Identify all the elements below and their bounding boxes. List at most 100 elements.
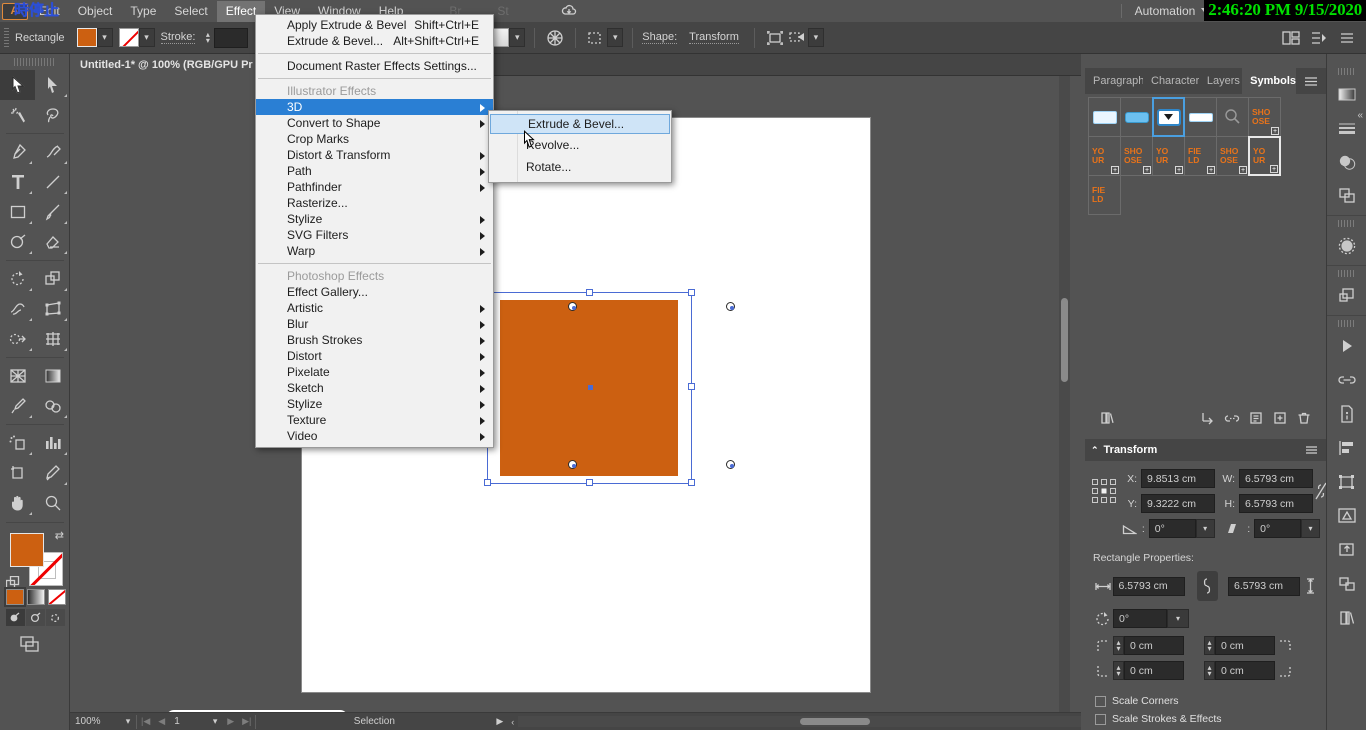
transform-link[interactable]: Transform (689, 31, 739, 44)
bbox-handle-bl[interactable] (484, 479, 491, 486)
symbol-options-icon[interactable] (1244, 408, 1268, 428)
align-icon[interactable] (764, 27, 786, 49)
workspace-switcher-icon[interactable] (1308, 27, 1330, 49)
menu-item-extrude-bevel-options[interactable]: Extrude & Bevel... Alt+Shift+Ctrl+E (256, 33, 493, 49)
menu-item-artistic[interactable]: Artistic (256, 300, 493, 316)
h-field[interactable]: 6.5793 cm (1239, 494, 1313, 513)
transform-panel-icon[interactable] (1327, 465, 1366, 499)
scale-corners-checkbox[interactable] (1095, 695, 1106, 707)
corner-tl-field[interactable]: 0 cm (1124, 636, 1184, 655)
control-bar-grip[interactable] (4, 27, 9, 48)
w-field[interactable]: 6.5793 cm (1239, 469, 1313, 488)
menu-item-crop-marks[interactable]: Crop Marks (256, 131, 493, 147)
delete-symbol-icon[interactable] (1292, 408, 1316, 428)
eraser-tool[interactable] (35, 227, 70, 257)
draw-behind-button[interactable] (26, 609, 45, 626)
graphic-style-chevron[interactable]: ▾ (509, 28, 526, 47)
draw-normal-button[interactable] (6, 609, 25, 626)
menu-item-distort[interactable]: Distort (256, 348, 493, 364)
gradient-swatch-button[interactable] (27, 589, 45, 605)
corner-widget-tl[interactable] (568, 302, 577, 311)
corner-bl-stepper[interactable]: ▴ ▾ (1113, 661, 1124, 680)
column-graph-tool[interactable] (35, 428, 70, 458)
corner-widget-bl[interactable] (568, 460, 577, 469)
scale-strokes-checkbox[interactable] (1095, 713, 1106, 725)
stroke-swatch[interactable] (118, 28, 139, 47)
menu-item-pixelate[interactable]: Pixelate (256, 364, 493, 380)
y-field[interactable]: 9.3222 cm (1141, 494, 1215, 513)
pathfinder-panel-icon[interactable] (1327, 179, 1366, 213)
fill-indicator[interactable] (10, 533, 44, 567)
submenu-item-revolve[interactable]: Revolve... (489, 134, 671, 156)
submenu-item-rotate[interactable]: Rotate... (489, 156, 671, 178)
menu-item-stylize-illustrator[interactable]: Stylize (256, 211, 493, 227)
corner-br-stepper[interactable]: ▴ ▾ (1204, 661, 1215, 680)
select-similar-chevron[interactable]: ▾ (607, 28, 624, 47)
menu-item-rasterize[interactable]: Rasterize... (256, 195, 493, 211)
constrain-wh-link-icon[interactable] (1196, 571, 1219, 601)
distribute-chevron[interactable]: ▾ (807, 28, 824, 47)
transform-panel-collapse-icon[interactable]: ⌃ (1091, 445, 1099, 456)
dock-group-grip-4[interactable] (1338, 320, 1355, 327)
scale-corners-row[interactable]: Scale Corners (1085, 692, 1326, 710)
last-artboard-button[interactable]: ▶| (238, 716, 255, 727)
status-resize-handle[interactable]: ‹ (507, 717, 518, 727)
shear-angle-chevron[interactable]: ▾ (1301, 519, 1320, 538)
menu-item-stylize-photoshop[interactable]: Stylize (256, 396, 493, 412)
symbol-item[interactable]: SHO OSE + (1216, 136, 1249, 176)
artboard-number[interactable]: 1 (169, 713, 207, 730)
corner-br-field[interactable]: 0 cm (1215, 661, 1275, 680)
dock-group-grip-2[interactable] (1338, 220, 1355, 227)
dock-group-grip-3[interactable] (1338, 270, 1355, 277)
menu-item-pathfinder[interactable]: Pathfinder (256, 179, 493, 195)
x-field[interactable]: 9.8513 cm (1141, 469, 1215, 488)
menu-item-distort-transform[interactable]: Distort & Transform (256, 147, 493, 163)
cloud-sync-icon[interactable] (558, 0, 580, 22)
asset-export-panel-icon[interactable] (1327, 533, 1366, 567)
libraries-panel-icon[interactable] (1327, 601, 1366, 635)
tab-symbols[interactable]: Symbols (1242, 68, 1296, 94)
color-swatch-button[interactable] (4, 587, 26, 607)
document-info-panel-icon[interactable] (1327, 397, 1366, 431)
bbox-handle-br[interactable] (688, 479, 695, 486)
menu-item-blur[interactable]: Blur (256, 316, 493, 332)
document-tab[interactable]: Untitled-1* @ 100% (RGB/GPU Pr (70, 53, 256, 76)
menu-item-effect-gallery[interactable]: Effect Gallery... (256, 284, 493, 300)
corner-bl-field[interactable]: 0 cm (1124, 661, 1184, 680)
menu-object[interactable]: Object (69, 1, 122, 22)
canvas-horizontal-scroll-thumb[interactable] (799, 718, 870, 725)
hand-tool[interactable] (0, 488, 35, 518)
menu-item-svg-filters[interactable]: SVG Filters (256, 227, 493, 243)
reference-point-grid[interactable] (1091, 478, 1117, 504)
transparency-panel-icon[interactable] (1327, 145, 1366, 179)
brushes-panel-icon[interactable] (1327, 229, 1366, 263)
corner-widget-tr[interactable] (726, 302, 735, 311)
menu-item-warp[interactable]: Warp (256, 243, 493, 259)
free-transform-tool[interactable] (35, 294, 70, 324)
menu-item-path[interactable]: Path (256, 163, 493, 179)
menu-item-video[interactable]: Video (256, 428, 493, 444)
blend-tool[interactable] (35, 391, 70, 421)
automation-menu[interactable]: Automation (1129, 4, 1217, 18)
symbol-item-selected[interactable]: YO UR + (1248, 136, 1281, 176)
symbol-libraries-icon[interactable] (1095, 408, 1119, 428)
tab-layers[interactable]: Layers (1199, 68, 1242, 94)
expand-panels-icon[interactable]: « (1357, 110, 1363, 121)
3d-submenu[interactable]: Extrude & Bevel... Revolve... Rotate... (488, 110, 672, 183)
curvature-tool[interactable] (35, 137, 70, 167)
rect-rotation-field[interactable]: 0° (1113, 609, 1167, 628)
symbols-grid[interactable]: SHO OSE + YO UR + SHO OSE + YO UR + FIE LD (1088, 97, 1289, 215)
tab-paragraph[interactable]: Paragraph (1085, 68, 1143, 94)
zoom-level[interactable]: 100% (70, 713, 120, 730)
menu-item-3d[interactable]: 3D (256, 99, 493, 115)
fill-swatch-chevron[interactable]: ▾ (96, 28, 113, 47)
align-panel-icon[interactable] (1327, 431, 1366, 465)
previous-artboard-button[interactable]: ◀ (154, 716, 169, 727)
submenu-item-extrude-bevel[interactable]: Extrude & Bevel... (490, 114, 670, 134)
rotate-tool[interactable] (0, 264, 35, 294)
menu-type[interactable]: Type (121, 1, 165, 22)
symbol-item[interactable]: FIE LD + (1184, 136, 1217, 176)
symbol-sprayer-tool[interactable] (0, 428, 35, 458)
dock-group-grip-1[interactable] (1338, 68, 1355, 75)
shape-builder-tool[interactable] (0, 324, 35, 354)
